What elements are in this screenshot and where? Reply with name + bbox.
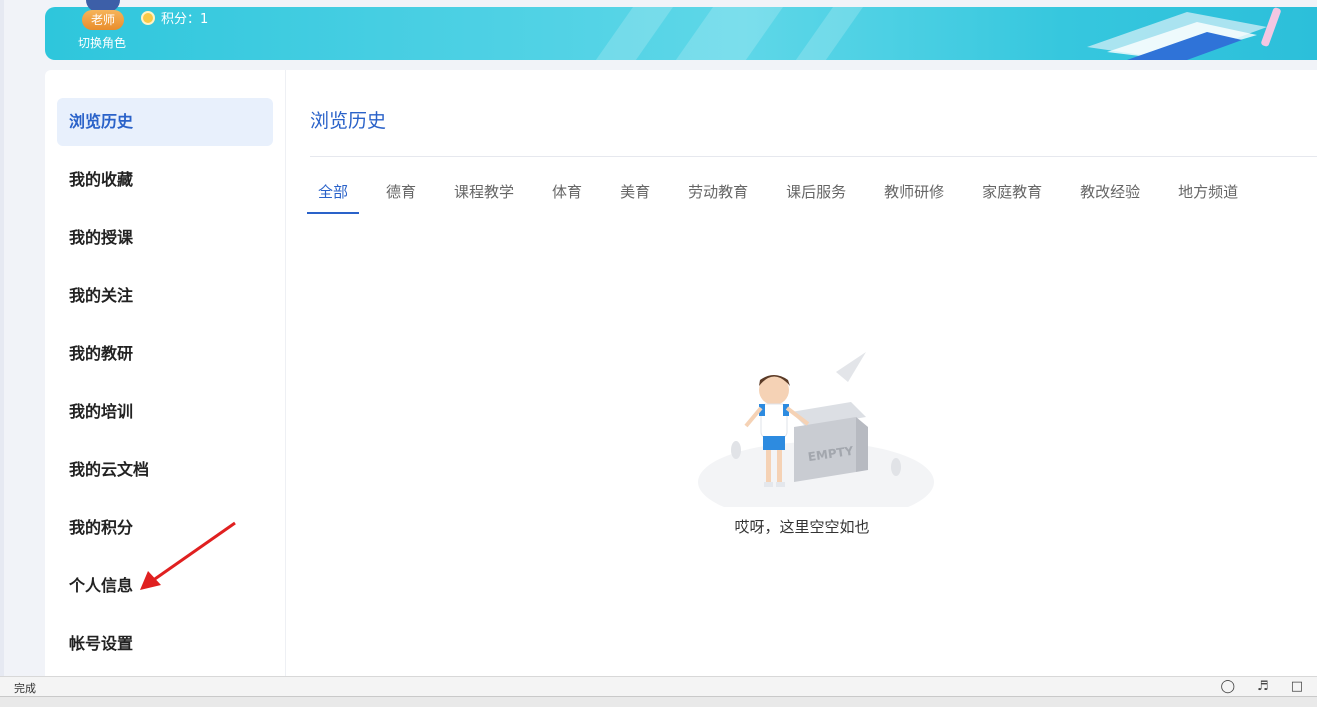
profile-banner — [45, 7, 1317, 60]
points-label: 积分：1 — [161, 12, 209, 27]
shield-icon[interactable]: ◯ — [1220, 679, 1235, 694]
status-text: 完成 — [14, 682, 36, 695]
sidebar-item-my-lessons[interactable]: 我的授课 — [57, 214, 273, 262]
category-tabs: 全部 德育 课程教学 体育 美育 劳动教育 课后服务 教师研修 家庭教育 教改经… — [306, 180, 1276, 214]
sidebar-item-browse-history[interactable]: 浏览历史 — [57, 98, 273, 146]
sidebar-item-training[interactable]: 我的培训 — [57, 388, 273, 436]
tab-moral-education[interactable]: 德育 — [386, 180, 416, 214]
title-divider — [310, 156, 1317, 157]
sidebar-item-teaching-research[interactable]: 我的教研 — [57, 330, 273, 378]
tab-family-education[interactable]: 家庭教育 — [982, 180, 1042, 214]
left-edge-strip — [0, 0, 4, 676]
tab-physical-education[interactable]: 体育 — [552, 180, 582, 214]
taskbar-strip — [0, 696, 1317, 707]
points-display: 积分：1 — [141, 8, 208, 27]
tab-teacher-training[interactable]: 教师研修 — [884, 180, 944, 214]
status-icons: ◯ ♬ □ — [1220, 679, 1303, 694]
role-badge: 老师 — [82, 10, 124, 30]
sidebar-item-following[interactable]: 我的关注 — [57, 272, 273, 320]
speaker-icon[interactable]: ♬ — [1257, 679, 1269, 694]
tab-course-teaching[interactable]: 课程教学 — [454, 180, 514, 214]
sidebar-item-favorites[interactable]: 我的收藏 — [57, 156, 273, 204]
book-illustration-icon — [1087, 7, 1281, 60]
empty-state-illustration: EMPTY — [698, 352, 934, 507]
download-icon[interactable]: □ — [1291, 679, 1303, 694]
tab-after-school[interactable]: 课后服务 — [786, 180, 846, 214]
sidebar-item-account-settings[interactable]: 帐号设置 — [57, 620, 273, 668]
tab-aesthetic-education[interactable]: 美育 — [620, 180, 650, 214]
sidebar-item-cloud-docs[interactable]: 我的云文档 — [57, 446, 273, 494]
browser-status-bar: 完成 ◯ ♬ □ — [0, 676, 1317, 696]
tab-all[interactable]: 全部 — [306, 180, 360, 214]
tab-reform-experience[interactable]: 教改经验 — [1080, 180, 1140, 214]
switch-role-link[interactable]: 切换角色 — [78, 34, 126, 51]
tab-local-channel[interactable]: 地方频道 — [1178, 180, 1238, 214]
page-title: 浏览历史 — [310, 110, 387, 132]
coin-icon — [141, 10, 155, 25]
main-panel: 浏览历史 全部 德育 课程教学 体育 美育 劳动教育 课后服务 教师研修 家庭教… — [285, 70, 1317, 676]
tab-labor-education[interactable]: 劳动教育 — [688, 180, 748, 214]
empty-state-text: 哎呀，这里空空如也 — [734, 518, 870, 536]
red-arrow-annotation — [140, 521, 236, 590]
